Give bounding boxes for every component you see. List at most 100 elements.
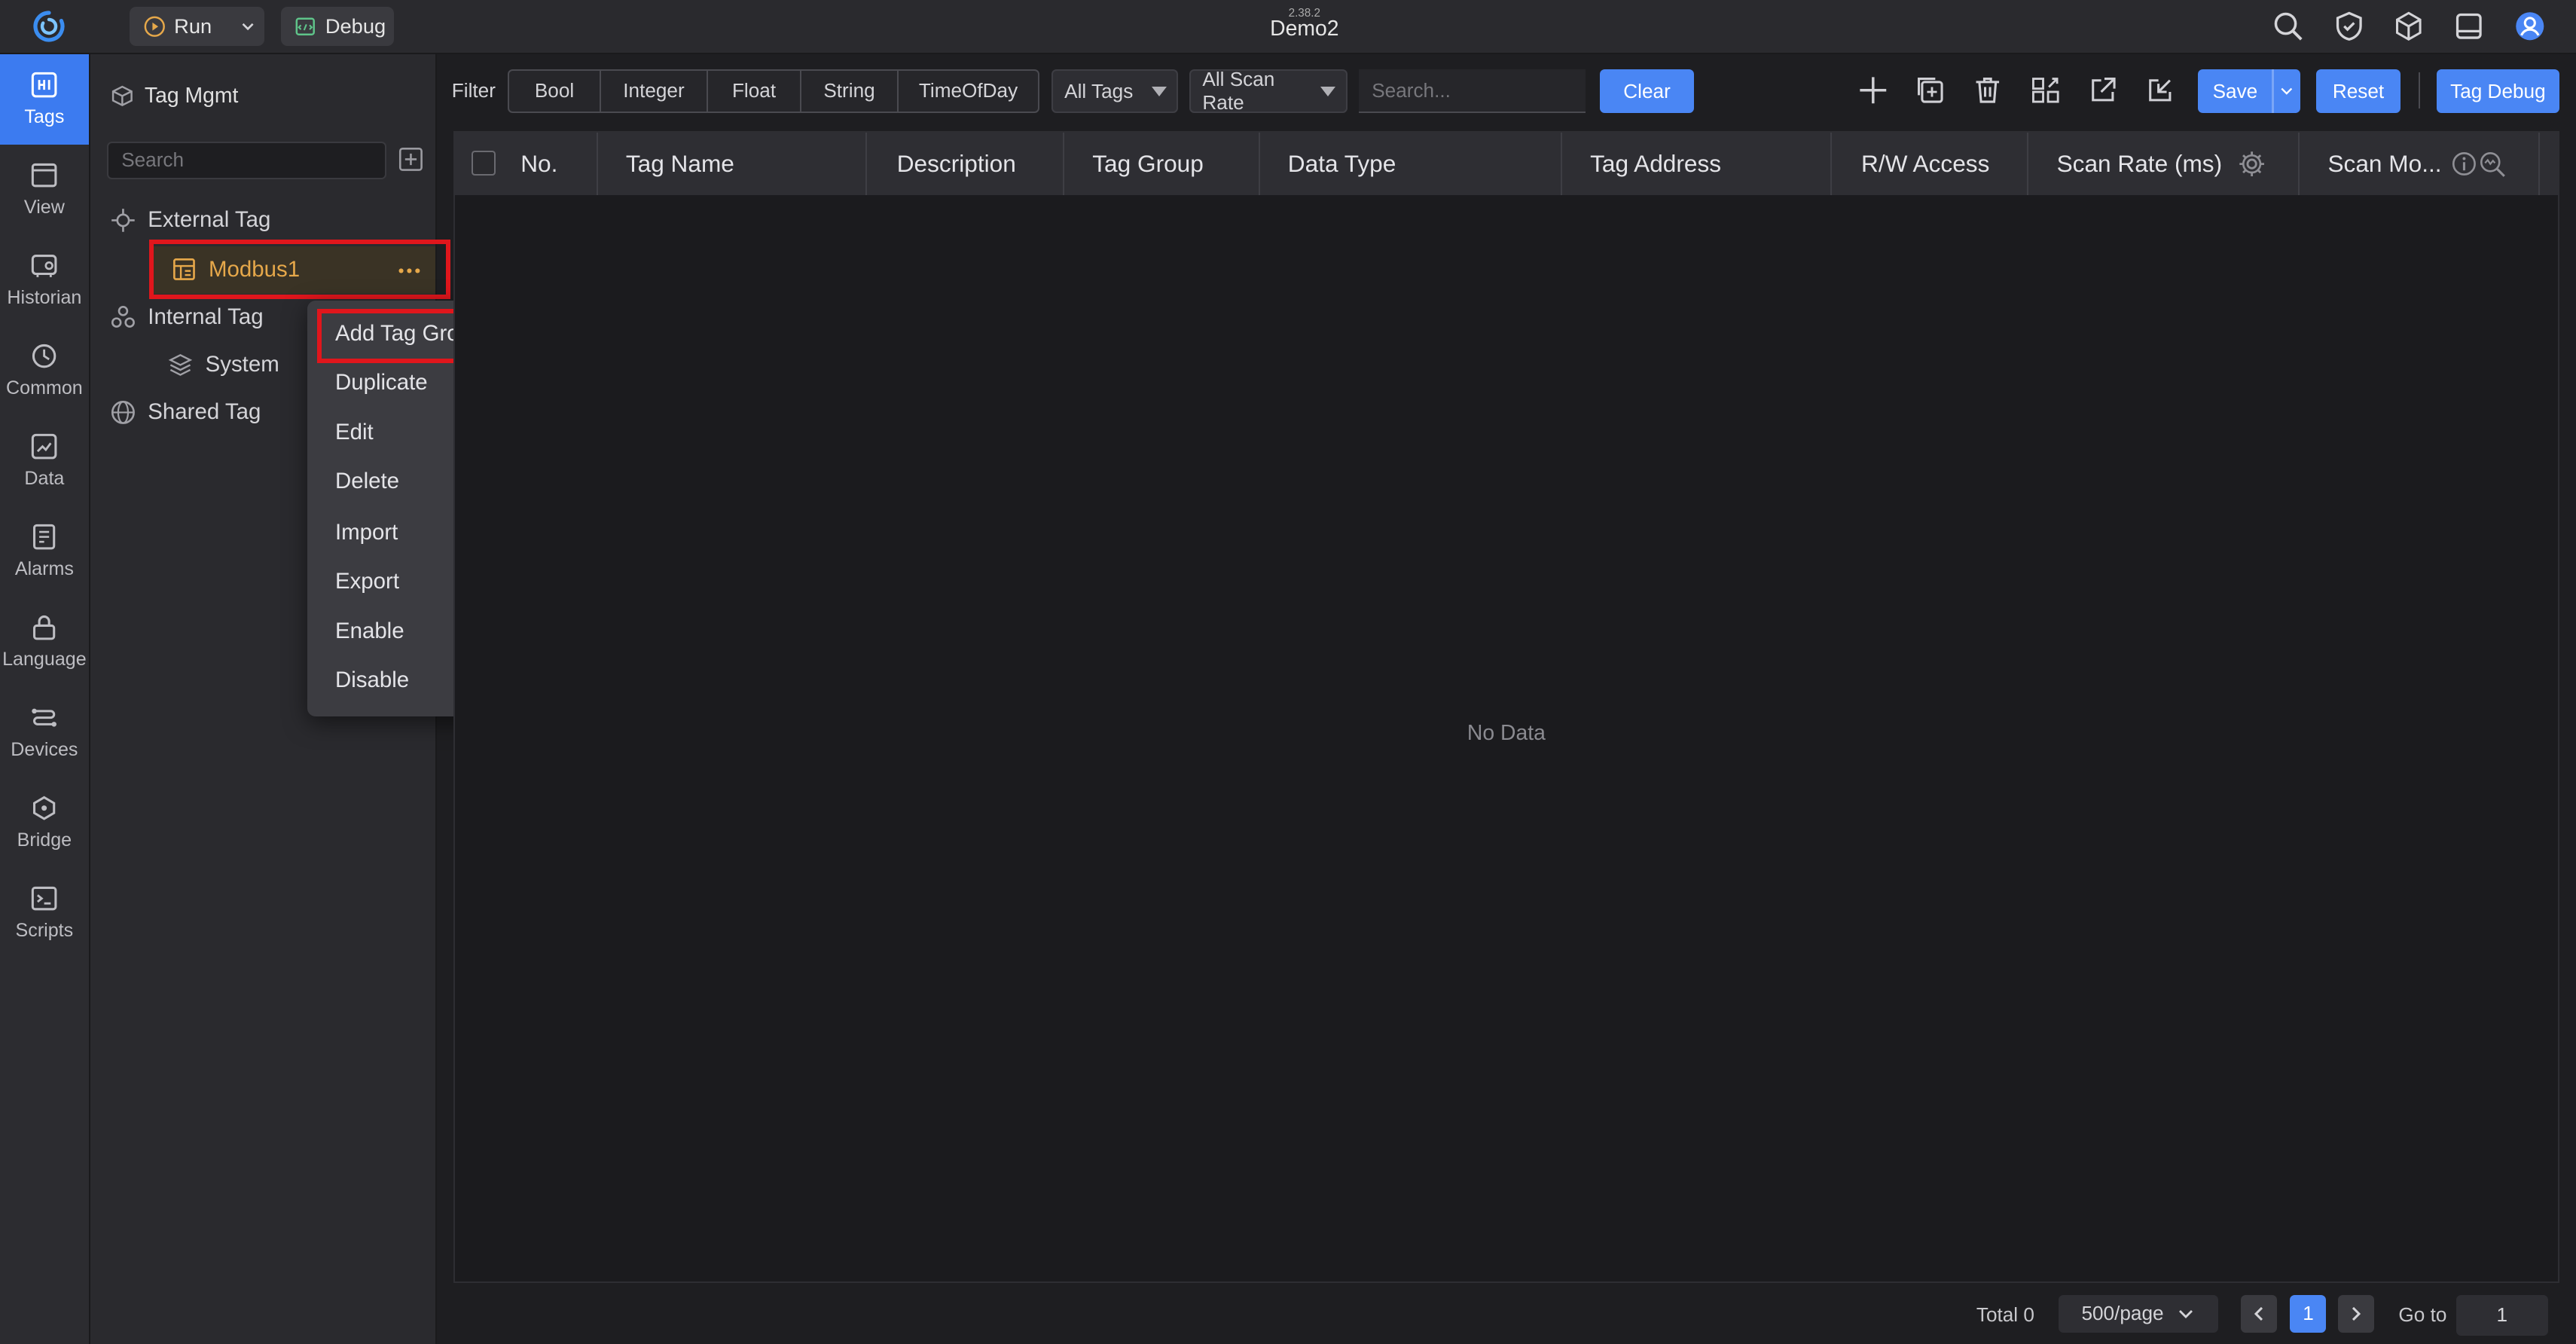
column-header-rw-access[interactable]: R/W Access [1861, 133, 1989, 195]
filter-string[interactable]: String [801, 70, 899, 112]
save-button[interactable]: Save [2198, 69, 2300, 114]
page-number-current[interactable]: 1 [2290, 1294, 2327, 1333]
column-header-tag-group[interactable]: Tag Group [1092, 133, 1204, 195]
tree-item-system[interactable]: System [167, 352, 279, 378]
nav-item-language[interactable]: Language [0, 597, 89, 687]
nav-label-bridge: Bridge [17, 829, 72, 851]
column-header-tag-name[interactable]: Tag Name [626, 133, 734, 195]
nav-item-common[interactable]: Common [0, 325, 89, 416]
nav-item-alarms[interactable]: Alarms [0, 506, 89, 597]
column-divider [1830, 133, 1832, 196]
tree-item-internal-tag[interactable]: Internal Tag [110, 304, 264, 330]
user-avatar-icon[interactable] [2513, 10, 2547, 43]
caret-down-icon [1320, 86, 1336, 96]
column-header-scan-mode[interactable]: Scan Mo... [2327, 133, 2441, 195]
historian-icon [29, 251, 59, 280]
all-tags-dropdown[interactable]: All Tags [1051, 69, 1178, 114]
save-label: Save [2212, 79, 2258, 102]
run-button[interactable]: Run [130, 6, 265, 47]
nav-label-devices: Devices [11, 739, 78, 761]
column-divider [596, 133, 598, 196]
export-icon[interactable] [2086, 74, 2120, 107]
column-header-description[interactable]: Description [897, 133, 1016, 195]
goto-page-input[interactable] [2455, 1294, 2548, 1336]
run-dropdown-chevron-icon[interactable] [238, 17, 258, 36]
internal-tag-icon [110, 304, 136, 330]
page-size-select[interactable]: 500/page [2058, 1294, 2218, 1333]
scan-rate-value: All Scan Rate [1202, 68, 1275, 115]
debug-icon [294, 15, 317, 38]
chevron-right-icon [2347, 1305, 2365, 1323]
alarms-icon [29, 522, 59, 551]
app-logo[interactable] [31, 8, 67, 44]
column-divider [2027, 133, 2029, 196]
debug-button[interactable]: Debug [280, 6, 395, 47]
save-dropdown-chevron-icon[interactable] [2274, 84, 2300, 99]
batch-edit-icon[interactable] [2029, 74, 2062, 107]
nav-item-historian[interactable]: Historian [0, 235, 89, 325]
info-icon[interactable] [2451, 151, 2477, 177]
tree-item-external-tag[interactable]: External Tag [110, 207, 270, 234]
language-icon [29, 612, 59, 642]
reset-button[interactable]: Reset [2316, 69, 2401, 114]
column-divider [2538, 133, 2540, 196]
prev-page-button[interactable] [2241, 1294, 2278, 1333]
package-icon[interactable] [2392, 10, 2425, 43]
bridge-icon [29, 793, 59, 823]
left-navigation: Tags View Historian Common Data Alarms L… [0, 53, 90, 1344]
tree-item-shared-tag[interactable]: Shared Tag [110, 399, 261, 426]
nav-label-view: View [23, 197, 65, 218]
scan-rate-settings-icon[interactable] [2237, 149, 2266, 179]
play-icon [143, 15, 166, 38]
common-icon [29, 341, 59, 371]
nav-item-tags[interactable]: Tags [0, 53, 89, 145]
nav-item-scripts[interactable]: Scripts [0, 868, 89, 958]
nav-item-data[interactable]: Data [0, 416, 89, 506]
nav-item-devices[interactable]: Devices [0, 687, 89, 777]
scan-rate-dropdown[interactable]: All Scan Rate [1189, 68, 1348, 115]
filter-integer[interactable]: Integer [601, 70, 708, 112]
column-header-tag-address[interactable]: Tag Address [1590, 133, 1721, 195]
select-all-checkbox[interactable] [471, 151, 496, 176]
nav-label-tags: Tags [24, 106, 65, 128]
chevron-left-icon [2250, 1305, 2268, 1323]
shield-icon[interactable] [2333, 10, 2366, 43]
nav-item-bridge[interactable]: Bridge [0, 777, 89, 868]
tag-search-input[interactable] [1358, 69, 1586, 114]
view-icon [29, 160, 59, 190]
filter-timeofday[interactable]: TimeOfDay [899, 71, 1038, 112]
debug-label: Debug [325, 14, 386, 38]
system-layers-icon [167, 352, 194, 378]
search-icon[interactable] [2272, 10, 2305, 43]
chevron-down-icon [2177, 1305, 2195, 1323]
copy-add-icon[interactable] [1914, 74, 1947, 107]
all-tags-value: All Tags [1064, 79, 1134, 102]
tree-label-shared-tag: Shared Tag [148, 399, 261, 425]
tag-table: No. Tag Name Description Tag Group Data … [453, 131, 2560, 1284]
globe-icon [110, 399, 136, 426]
layout-panel-icon[interactable] [2452, 10, 2486, 43]
nav-item-view[interactable]: View [0, 145, 89, 235]
column-header-scan-rate[interactable]: Scan Rate (ms) [2057, 133, 2223, 195]
tag-debug-button[interactable]: Tag Debug [2436, 69, 2560, 114]
column-divider [1258, 133, 1260, 196]
delete-icon[interactable] [1971, 74, 2004, 107]
add-node-icon[interactable] [398, 146, 424, 173]
next-page-button[interactable] [2337, 1294, 2374, 1333]
scan-mode-search-icon[interactable] [2479, 151, 2507, 179]
filter-float[interactable]: Float [708, 70, 802, 112]
nav-label-common: Common [6, 377, 83, 399]
clear-button[interactable]: Clear [1600, 69, 1694, 114]
add-icon[interactable] [1857, 74, 1890, 107]
panel-title: Tag Mgmt [110, 84, 238, 108]
column-header-data-type[interactable]: Data Type [1288, 133, 1396, 195]
top-bar: Run Debug 2.38.2 Demo2 [0, 0, 2576, 54]
column-divider [1062, 133, 1065, 196]
column-header-no[interactable]: No. [520, 133, 557, 195]
caret-down-icon [1151, 86, 1167, 96]
import-icon[interactable] [2144, 74, 2177, 107]
filter-bool[interactable]: Bool [509, 70, 602, 112]
filter-label: Filter [451, 78, 496, 102]
tag-tree-search-input[interactable] [106, 141, 386, 179]
tags-icon [29, 70, 59, 99]
